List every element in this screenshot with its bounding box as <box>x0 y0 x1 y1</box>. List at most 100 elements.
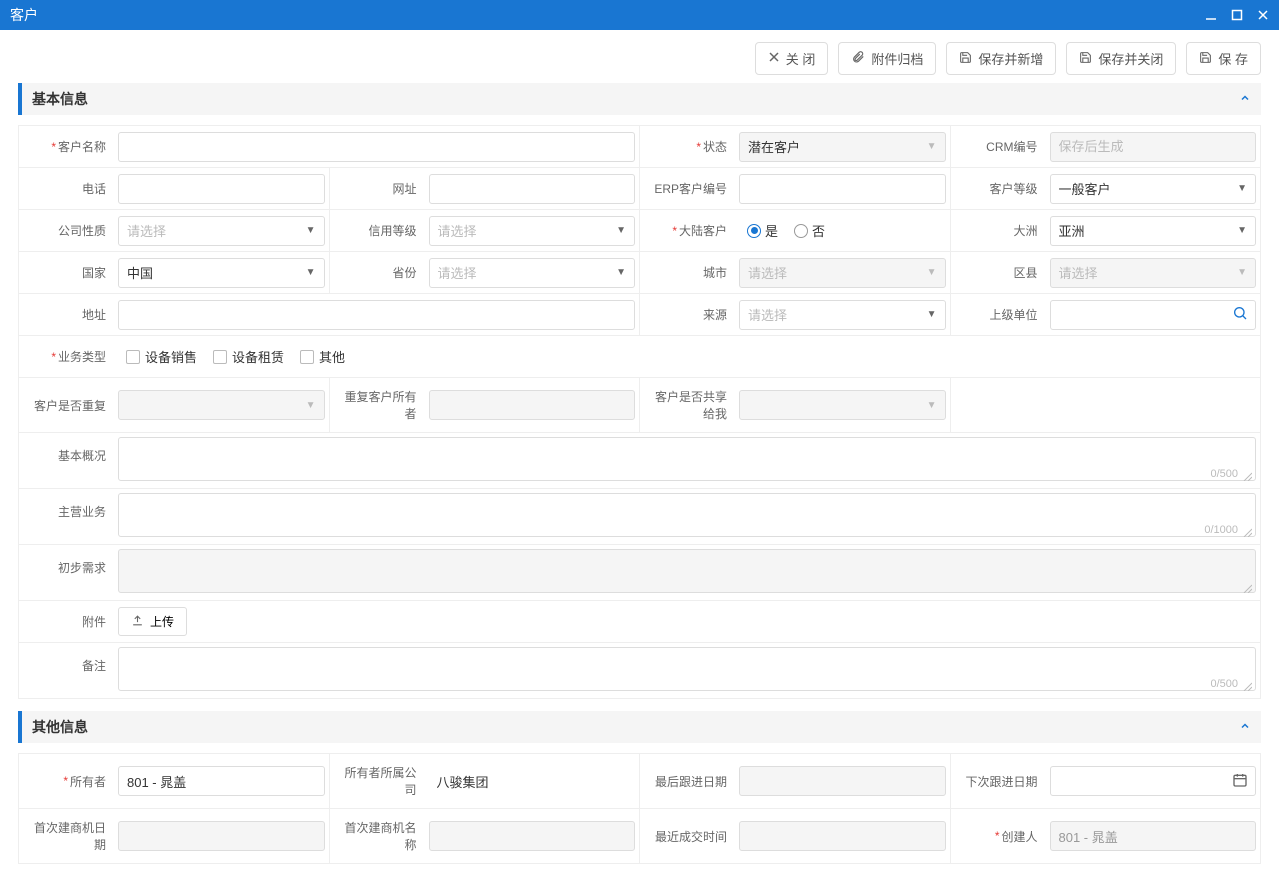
parent-unit-input[interactable] <box>1050 300 1257 330</box>
caret-down-icon: ▼ <box>927 400 937 411</box>
initial-need-textarea <box>118 549 1256 593</box>
label-duplicate-owner: 重复客户所有者 <box>338 388 417 422</box>
label-status: 状态 <box>703 138 727 155</box>
label-parent-unit: 上级单位 <box>989 306 1037 323</box>
caret-down-icon: ▼ <box>927 309 937 320</box>
owner-input[interactable] <box>118 766 325 796</box>
label-main-business: 主营业务 <box>58 503 106 520</box>
label-erp-code: ERP客户编号 <box>654 180 727 197</box>
check-equip-rent[interactable]: 设备租赁 <box>213 347 284 366</box>
caret-down-icon: ▼ <box>1237 183 1247 194</box>
shared-to-me-select[interactable]: ▼ <box>739 390 946 420</box>
save-button[interactable]: 保 存 <box>1186 42 1261 75</box>
credit-level-select[interactable]: 请选择 ▼ <box>429 216 636 246</box>
chevron-up-icon[interactable] <box>1239 720 1251 735</box>
next-follow-input[interactable] <box>1050 766 1257 796</box>
check-other[interactable]: 其他 <box>300 347 345 366</box>
save-and-new-button[interactable]: 保存并新增 <box>946 42 1056 75</box>
label-owner-company: 所有者所属公司 <box>338 764 417 798</box>
main-business-textarea[interactable] <box>118 493 1256 537</box>
cell-last-deal: 最近成交时间 <box>640 809 951 864</box>
mainland-no-radio[interactable]: 否 <box>794 221 825 240</box>
cell-mainland: *大陆客户 是 否 <box>640 210 951 252</box>
continent-select[interactable]: 亚洲 ▼ <box>1050 216 1257 246</box>
check-equip-sale[interactable]: 设备销售 <box>126 347 197 366</box>
caret-down-icon: ▼ <box>616 267 626 278</box>
x-icon <box>768 51 780 66</box>
close-window-icon[interactable] <box>1257 9 1269 21</box>
is-duplicate-select[interactable]: ▼ <box>118 390 325 420</box>
caret-down-icon: ▼ <box>1237 267 1247 278</box>
customer-name-input[interactable] <box>118 132 635 162</box>
label-last-follow: 最后跟进日期 <box>655 773 727 790</box>
customer-level-value: 一般客户 <box>1059 179 1111 198</box>
label-customer-name: 客户名称 <box>58 138 106 155</box>
mainland-radio-group: 是 否 <box>739 221 825 240</box>
minimize-icon[interactable] <box>1205 9 1217 21</box>
cell-creator: *创建人 <box>951 809 1262 864</box>
label-owner: 所有者 <box>70 773 106 790</box>
creator-input <box>1050 821 1257 851</box>
label-remark: 备注 <box>82 657 106 674</box>
close-button[interactable]: 关 闭 <box>755 42 829 75</box>
status-select[interactable]: 潜在客户 ▼ <box>739 132 946 162</box>
owner-company-value <box>429 766 636 796</box>
cell-customer-level: 客户等级 一般客户 ▼ <box>951 168 1262 210</box>
last-deal-input <box>739 821 946 851</box>
cell-district: 区县 请选择 ▼ <box>951 252 1262 294</box>
cell-next-follow: 下次跟进日期 <box>951 754 1262 809</box>
radio-icon <box>747 224 761 238</box>
address-input[interactable] <box>118 300 635 330</box>
country-select[interactable]: 中国 ▼ <box>118 258 325 288</box>
remark-textarea[interactable] <box>118 647 1256 691</box>
mainland-yes-radio[interactable]: 是 <box>747 221 778 240</box>
cell-province: 省份 请选择 ▼ <box>330 252 641 294</box>
erp-code-input[interactable] <box>739 174 946 204</box>
cell-city: 城市 请选择 ▼ <box>640 252 951 294</box>
cell-duplicate-owner: 重复客户所有者 <box>330 378 641 433</box>
chevron-up-icon[interactable] <box>1239 92 1251 107</box>
save-and-close-button[interactable]: 保存并关闭 <box>1066 42 1176 75</box>
window-title: 客户 <box>10 5 1205 25</box>
other-form: *所有者 所有者所属公司 最后跟进日期 下次跟进日期 首次建商机日期 首次建商 <box>18 753 1261 864</box>
crm-code-input <box>1050 132 1257 162</box>
source-select[interactable]: 请选择 ▼ <box>739 300 946 330</box>
label-city: 城市 <box>703 264 727 281</box>
close-button-label: 关 闭 <box>786 49 816 68</box>
phone-input[interactable] <box>118 174 325 204</box>
caret-down-icon: ▼ <box>306 400 316 411</box>
section-basic-title: 基本信息 <box>32 89 88 109</box>
overview-textarea[interactable] <box>118 437 1256 481</box>
duplicate-owner-input <box>429 390 636 420</box>
save-icon <box>959 51 972 67</box>
label-district: 区县 <box>1013 264 1037 281</box>
company-nature-select[interactable]: 请选择 ▼ <box>118 216 325 246</box>
website-input[interactable] <box>429 174 636 204</box>
archive-button-label: 附件归档 <box>871 49 923 68</box>
city-select[interactable]: 请选择 ▼ <box>739 258 946 288</box>
upload-button[interactable]: 上传 <box>118 607 187 636</box>
first-opp-date-input <box>118 821 325 851</box>
cell-credit-level: 信用等级 请选择 ▼ <box>330 210 641 252</box>
last-follow-input <box>739 766 946 796</box>
archive-button[interactable]: 附件归档 <box>838 42 936 75</box>
cell-main-business: 主营业务 0/1000 <box>19 489 1261 545</box>
cell-first-opp-date: 首次建商机日期 <box>19 809 330 864</box>
label-attachment: 附件 <box>82 613 106 630</box>
label-source: 来源 <box>703 306 727 323</box>
label-credit-level: 信用等级 <box>368 222 416 239</box>
label-last-deal: 最近成交时间 <box>655 828 727 845</box>
cell-status: *状态 潜在客户 ▼ <box>640 126 951 168</box>
checkbox-icon <box>126 350 140 364</box>
cell-company-nature: 公司性质 请选择 ▼ <box>19 210 330 252</box>
province-select[interactable]: 请选择 ▼ <box>429 258 636 288</box>
save-icon <box>1199 51 1212 67</box>
save-close-label: 保存并关闭 <box>1098 49 1163 68</box>
label-continent: 大洲 <box>1013 222 1037 239</box>
maximize-icon[interactable] <box>1231 9 1243 21</box>
caret-down-icon: ▼ <box>616 225 626 236</box>
cell-country: 国家 中国 ▼ <box>19 252 330 294</box>
radio-icon <box>794 224 808 238</box>
customer-level-select[interactable]: 一般客户 ▼ <box>1050 174 1257 204</box>
district-select[interactable]: 请选择 ▼ <box>1050 258 1257 288</box>
